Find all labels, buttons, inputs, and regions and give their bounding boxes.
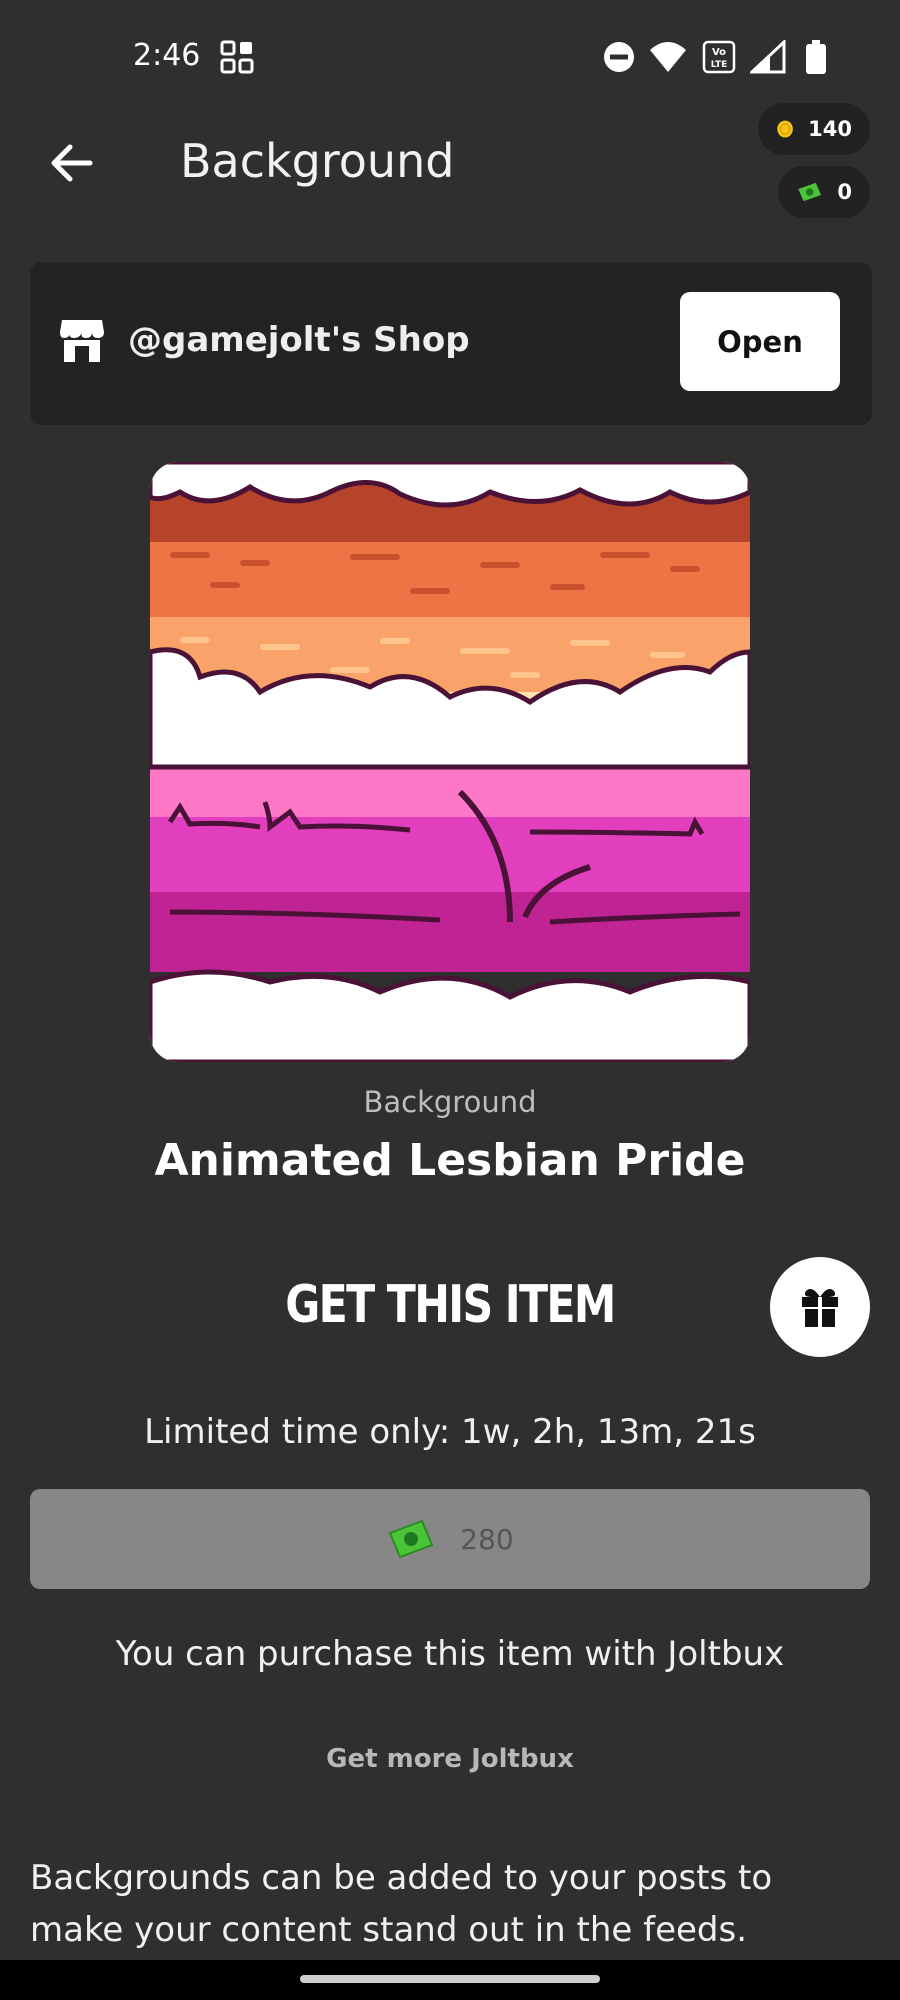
svg-text:LTE: LTE [711, 60, 728, 70]
signal-icon [750, 40, 786, 74]
arrow-left-icon [51, 144, 93, 182]
app-grid-icon [220, 40, 254, 74]
joltbux-icon [798, 182, 822, 202]
store-icon [60, 320, 104, 362]
page-title: Background [180, 134, 455, 188]
open-shop-button[interactable]: Open [680, 292, 840, 391]
battery-icon [806, 40, 826, 74]
limited-time-text: Limited time only: 1w, 2h, 13m, 21s [144, 1412, 756, 1452]
back-button[interactable] [42, 133, 102, 193]
purchase-note: You can purchase this item with Joltbux [115, 1634, 785, 1674]
shop-label: @gamejolt's Shop [128, 320, 470, 360]
item-name: Animated Lesbian Pride [154, 1135, 746, 1186]
coin-icon [777, 120, 793, 138]
get-more-joltbux-link[interactable]: Get more Joltbux [0, 1744, 900, 1774]
svg-text:Vo: Vo [712, 47, 726, 58]
gift-button[interactable] [770, 1257, 870, 1357]
status-time: 2:46 [133, 38, 201, 73]
volte-icon: Vo LTE [702, 40, 736, 74]
gesture-handle[interactable] [300, 1975, 600, 1983]
item-category: Background [363, 1085, 537, 1119]
coin-balance[interactable]: 140 [758, 103, 870, 155]
joltbux-balance[interactable]: 0 [778, 166, 870, 218]
description: Backgrounds can be added to your posts t… [30, 1858, 773, 1950]
joltbux-icon [388, 1519, 434, 1559]
dnd-icon [604, 42, 634, 72]
purchase-button[interactable]: 280 [30, 1489, 870, 1589]
price-value: 280 [460, 1522, 514, 1556]
item-artwork [150, 462, 750, 1062]
joltbux-count: 0 [837, 180, 852, 204]
gift-icon [802, 1289, 838, 1327]
get-item-heading: GET THIS ITEM [285, 1275, 616, 1335]
coin-count: 140 [808, 117, 852, 141]
wifi-icon [650, 42, 686, 72]
